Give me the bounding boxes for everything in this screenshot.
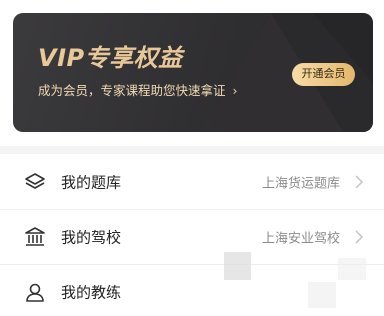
image-artifact (224, 252, 251, 280)
school-building-icon (25, 227, 45, 246)
vip-benefits-card[interactable]: VIP专享权益 成为会员，专家课程助您快速拿证 › 开通会员 (13, 13, 373, 132)
chevron-right-icon (355, 230, 364, 244)
image-artifact (338, 258, 366, 280)
list-item-label: 我的驾校 (61, 228, 122, 247)
list-item-question-bank[interactable]: 我的题库 上海货运题库 (0, 154, 384, 209)
vip-section: VIP专享权益 成为会员，专家课程助您快速拿证 › 开通会员 (0, 0, 384, 146)
vip-subtitle-text: 成为会员，专家课程助您快速拿证 (38, 83, 226, 98)
chevron-right-icon (355, 174, 364, 189)
open-membership-button[interactable]: 开通会员 (292, 63, 355, 86)
person-icon (26, 283, 44, 302)
section-divider (0, 146, 384, 154)
list-item-value: 上海货运题库 (261, 176, 340, 191)
list-item-label: 我的题库 (61, 173, 122, 191)
vip-title: VIP专享权益 (38, 44, 183, 72)
list-item-label: 我的教练 (61, 283, 122, 302)
image-artifact (308, 282, 336, 308)
list-item-value: 上海安业驾校 (261, 231, 340, 247)
layers-icon (25, 172, 45, 189)
chevron-right-icon: › (232, 83, 238, 98)
vip-subtitle[interactable]: 成为会员，专家课程助您快速拿证 › (38, 83, 238, 99)
list-item-driving-school[interactable]: 我的驾校 上海安业驾校 (0, 209, 384, 264)
